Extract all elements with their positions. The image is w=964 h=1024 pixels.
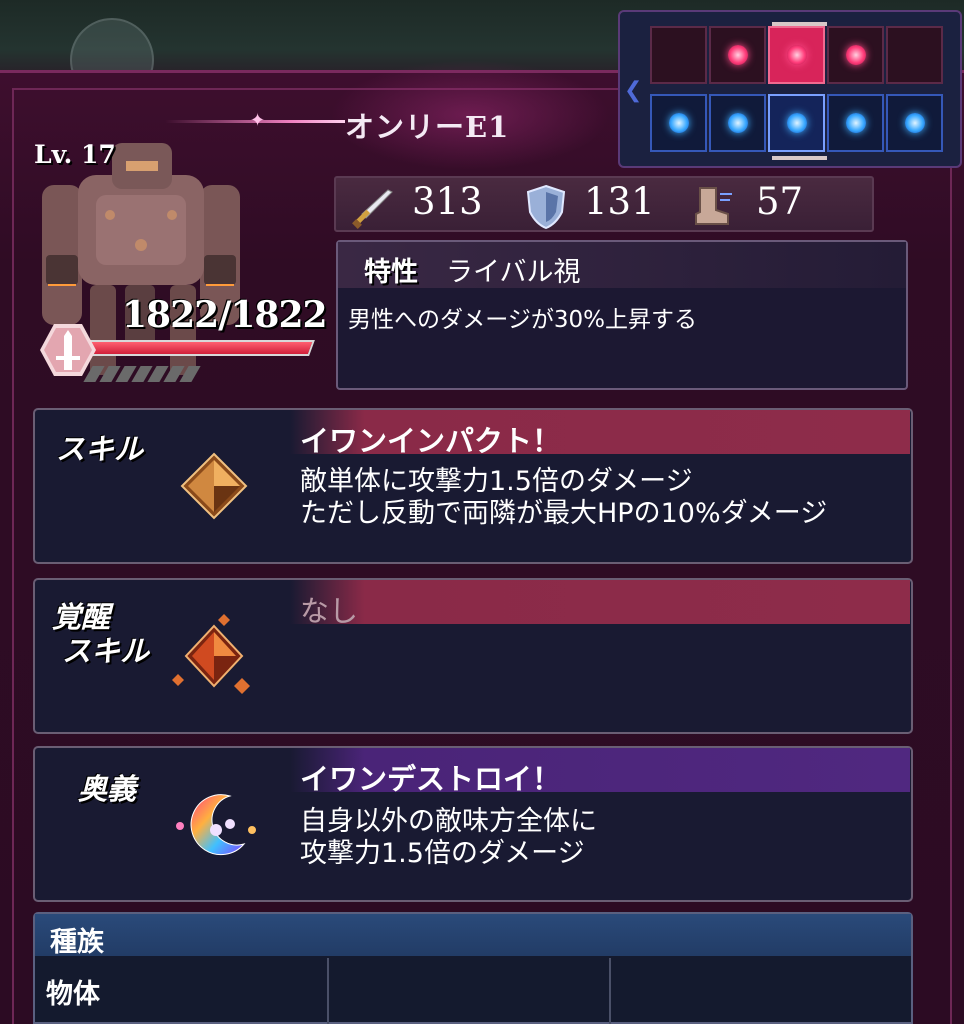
skill-description-line2: ただし反動で両隣が最大HPの10%ダメージ — [300, 498, 828, 529]
attack-value: 313 — [412, 180, 483, 223]
ultimate-kind-label: 奥義 — [78, 772, 137, 806]
awakening-gauge — [83, 366, 201, 382]
chevron-left-icon: ❮ — [624, 78, 643, 103]
skill-description-line1: 敵単体に攻撃力1.5倍のダメージ — [300, 466, 693, 497]
sword-glyph — [56, 330, 80, 370]
ally-slot[interactable] — [886, 94, 943, 152]
hp-bar-fill — [79, 342, 313, 354]
enemy-slot[interactable] — [827, 26, 884, 84]
formation-ally-row — [650, 94, 945, 152]
amber-crystal-icon — [180, 452, 248, 520]
ally-marker-icon — [786, 113, 807, 133]
enemy-slot[interactable] — [768, 26, 825, 84]
awakening-kind-label-line1: 覚醒 — [52, 600, 111, 634]
hp-bar — [77, 340, 315, 356]
ultimate-name: イワンデストロイ！ — [300, 762, 562, 796]
ally-marker-icon — [668, 113, 689, 133]
enemy-marker-icon — [727, 45, 748, 65]
race-divider — [609, 958, 611, 1024]
ally-slot[interactable] — [650, 94, 707, 152]
ally-marker-icon — [727, 113, 748, 133]
trait-header — [338, 242, 906, 288]
enemy-slot[interactable] — [650, 26, 707, 84]
sword-icon — [352, 189, 393, 229]
selected-column-marker-bottom — [772, 156, 827, 160]
ultimate-description-line1: 自身以外の敵味方全体に — [300, 806, 597, 837]
race-label: 種族 — [50, 927, 104, 958]
enemy-slot[interactable] — [886, 26, 943, 84]
awakening-kind-label-line2: スキル — [62, 634, 150, 668]
ally-marker-icon — [845, 113, 866, 133]
race-divider — [327, 958, 329, 1024]
trait-label: 特性 — [364, 257, 418, 288]
unit-level: Lv. 17 — [34, 140, 116, 169]
trait-description: 男性へのダメージが30%上昇する — [348, 307, 697, 333]
ally-slot[interactable] — [827, 94, 884, 152]
ally-slot[interactable] — [768, 94, 825, 152]
enemy-marker-icon — [845, 45, 866, 65]
ally-slot[interactable] — [709, 94, 766, 152]
ally-marker-icon — [904, 113, 925, 133]
awakening-skill-name: なし — [300, 594, 359, 628]
unit-name: オンリーE1 — [345, 110, 510, 144]
awakening-skill-title-bar — [290, 580, 910, 624]
sparkle-icon: ✦ — [250, 110, 266, 131]
crescent-moon-icon — [176, 794, 256, 856]
hp-value: 1822/1822 — [122, 294, 328, 336]
defense-value: 131 — [584, 180, 655, 223]
speed-value: 57 — [756, 180, 804, 223]
formation-enemy-row — [650, 26, 945, 84]
skill-kind-label: スキル — [56, 432, 144, 466]
skill-name: イワンインパクト！ — [300, 424, 562, 458]
boot-icon — [695, 187, 732, 225]
crystal-cluster-icon — [172, 614, 250, 694]
race-value: 物体 — [46, 979, 100, 1010]
trait-name: ライバル視 — [446, 257, 581, 288]
race-header — [35, 914, 911, 956]
shield-icon — [526, 184, 566, 230]
enemy-marker-icon — [786, 45, 807, 65]
enemy-slot[interactable] — [709, 26, 766, 84]
ultimate-description-line2: 攻撃力1.5倍のダメージ — [300, 838, 585, 869]
